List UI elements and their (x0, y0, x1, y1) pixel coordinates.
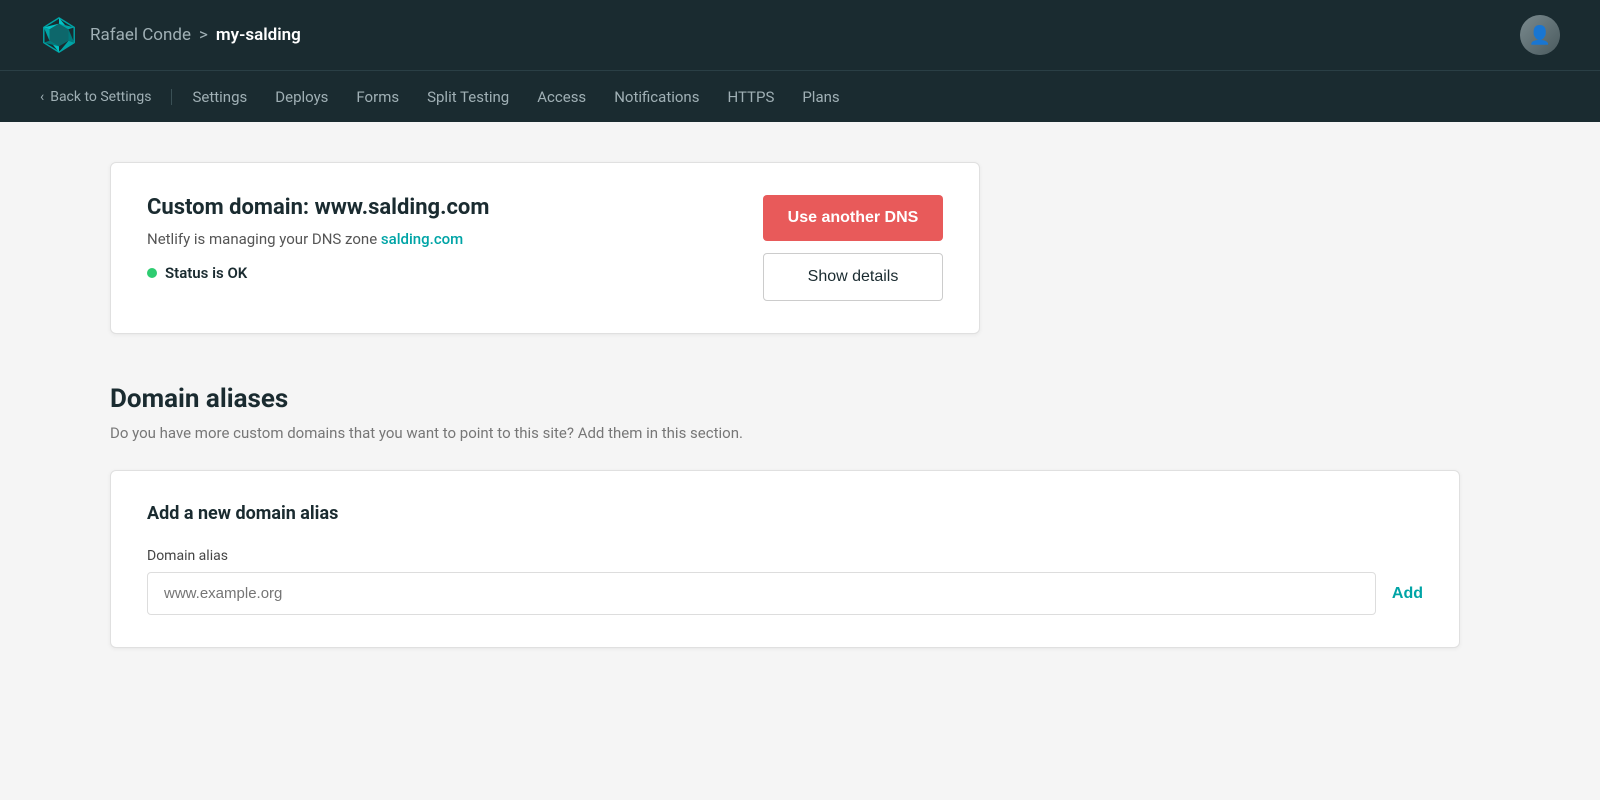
nav-access[interactable]: Access (537, 88, 586, 106)
breadcrumb-user[interactable]: Rafael Conde (90, 25, 191, 45)
domain-dns-link[interactable]: salding.com (381, 230, 463, 248)
nav-notifications[interactable]: Notifications (614, 88, 699, 106)
status-line: Status is OK (147, 264, 489, 282)
breadcrumb-site: my-salding (216, 25, 301, 45)
nav-plans[interactable]: Plans (802, 88, 839, 106)
breadcrumb-separator: > (199, 25, 208, 45)
status-text: Status is OK (165, 264, 247, 282)
breadcrumb: Rafael Conde > my-salding (90, 25, 301, 45)
domain-alias-label: Domain alias (147, 548, 1423, 564)
domain-info: Custom domain: www.salding.com Netlify i… (147, 195, 489, 282)
domain-aliases-section: Domain aliases Do you have more custom d… (110, 384, 1460, 648)
aliases-title: Domain aliases (110, 384, 1460, 414)
aliases-description: Do you have more custom domains that you… (110, 424, 1460, 442)
nav-links: Settings Deploys Forms Split Testing Acc… (192, 88, 839, 106)
back-chevron-icon: ‹ (40, 89, 44, 105)
add-alias-button[interactable]: Add (1392, 585, 1423, 603)
avatar-image: 👤 (1520, 15, 1560, 55)
header: Rafael Conde > my-salding 👤 (0, 0, 1600, 70)
alias-input-row: Add (147, 572, 1423, 615)
domain-title: Custom domain: www.salding.com (147, 195, 489, 220)
add-alias-card: Add a new domain alias Domain alias Add (110, 470, 1460, 648)
nav-https[interactable]: HTTPS (727, 88, 774, 106)
nav-deploys[interactable]: Deploys (275, 88, 328, 106)
use-another-dns-button[interactable]: Use another DNS (763, 195, 943, 241)
netlify-logo-icon (40, 16, 78, 54)
domain-actions: Use another DNS Show details (763, 195, 943, 301)
avatar[interactable]: 👤 (1520, 15, 1560, 55)
status-indicator (147, 268, 157, 278)
back-to-settings-link[interactable]: ‹ Back to Settings (40, 89, 172, 105)
custom-domain-card: Custom domain: www.salding.com Netlify i… (110, 162, 980, 334)
back-label: Back to Settings (50, 89, 151, 105)
domain-alias-input[interactable] (147, 572, 1376, 615)
sub-nav: ‹ Back to Settings Settings Deploys Form… (0, 70, 1600, 122)
header-left: Rafael Conde > my-salding (40, 16, 301, 54)
nav-split-testing[interactable]: Split Testing (427, 88, 509, 106)
add-alias-title: Add a new domain alias (147, 503, 1423, 524)
show-details-button[interactable]: Show details (763, 253, 943, 301)
nav-settings[interactable]: Settings (192, 88, 247, 106)
nav-forms[interactable]: Forms (356, 88, 399, 106)
domain-desc-text: Netlify is managing your DNS zone (147, 230, 381, 248)
domain-description: Netlify is managing your DNS zone saldin… (147, 230, 489, 248)
main-content: Custom domain: www.salding.com Netlify i… (0, 122, 1500, 688)
